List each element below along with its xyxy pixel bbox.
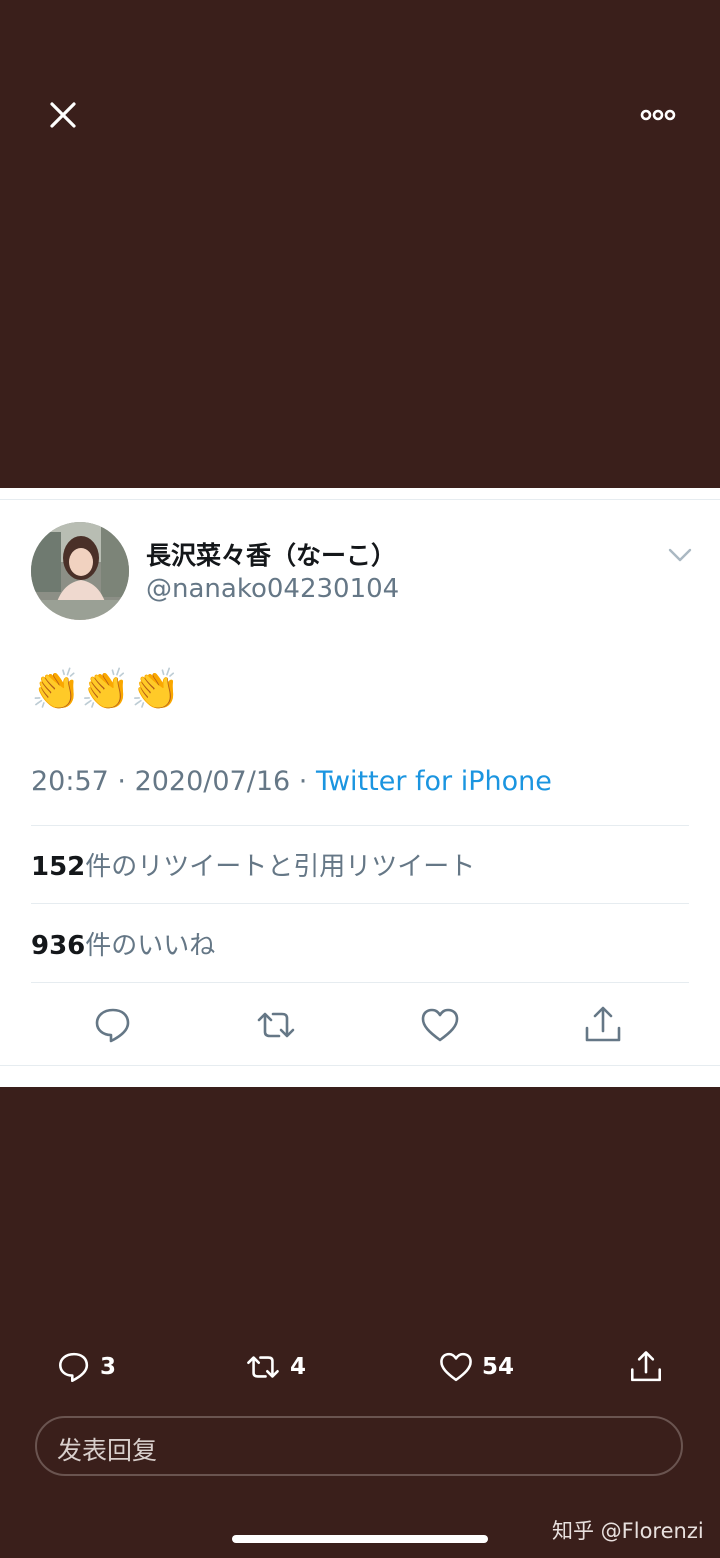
retweet-icon — [257, 1012, 295, 1038]
like-count-button[interactable]: 54 — [438, 1349, 514, 1385]
meta-separator: · — [290, 766, 316, 797]
reply-count-button[interactable]: 3 — [56, 1349, 116, 1385]
tweet-date: 2020/07/16 — [134, 766, 291, 797]
display-name[interactable]: 長沢菜々香（なーこ） — [146, 536, 396, 572]
divider — [0, 499, 720, 500]
tweet-time: 20:57 — [31, 766, 109, 797]
reply-count: 3 — [100, 1354, 117, 1380]
retweets-label: 件のリツイートと引用リツイート — [85, 852, 476, 882]
like-icon — [421, 1008, 459, 1042]
tweet-text: 👏👏👏 — [31, 667, 181, 713]
like-button[interactable] — [419, 1004, 461, 1046]
tweet-card: 長沢菜々香（なーこ） @nanako04230104 👏👏👏 20:57 · 2… — [0, 488, 720, 1087]
divider — [0, 1065, 720, 1066]
share-button[interactable] — [628, 1349, 664, 1385]
chevron-down-icon — [668, 548, 692, 562]
watermark: 知乎 @Florenzi — [552, 1519, 704, 1543]
like-count: 54 — [482, 1354, 515, 1380]
retweets-count: 152 — [31, 852, 86, 882]
tweet-source-link[interactable]: Twitter for iPhone — [316, 766, 552, 797]
home-indicator[interactable] — [232, 1535, 488, 1543]
divider — [31, 903, 689, 904]
close-icon — [50, 102, 76, 128]
username[interactable]: @nanako04230104 — [146, 574, 399, 604]
avatar-image — [31, 522, 129, 620]
close-button[interactable] — [44, 96, 82, 134]
share-icon — [585, 1006, 621, 1042]
meta-separator: · — [108, 766, 135, 797]
share-button[interactable] — [582, 1004, 624, 1046]
reply-button[interactable] — [92, 1004, 134, 1046]
retweet-count-button[interactable]: 4 — [244, 1349, 306, 1385]
avatar[interactable] — [31, 522, 129, 620]
more-options-button[interactable] — [636, 100, 680, 130]
reply-input[interactable]: 发表回复 — [35, 1416, 683, 1476]
tweet-menu-button[interactable] — [666, 544, 694, 566]
like-icon — [440, 1352, 472, 1382]
tweet-meta: 20:57 · 2020/07/16 · Twitter for iPhone — [31, 766, 552, 797]
retweet-icon — [247, 1356, 279, 1378]
retweet-count: 4 — [290, 1354, 307, 1380]
more-horizontal-icon — [640, 109, 676, 121]
likes-stat[interactable]: 936件のいいね — [31, 925, 215, 962]
likes-label: 件のいいね — [85, 931, 216, 961]
divider — [31, 982, 689, 983]
reply-icon — [95, 1008, 130, 1043]
reply-icon — [59, 1352, 89, 1382]
reply-placeholder: 发表回复 — [57, 1436, 158, 1465]
retweets-stat[interactable]: 152件のリツイートと引用リツイート — [31, 846, 475, 883]
retweet-button[interactable] — [255, 1004, 297, 1046]
likes-count: 936 — [31, 931, 86, 961]
share-icon — [631, 1351, 661, 1382]
divider — [31, 825, 689, 826]
